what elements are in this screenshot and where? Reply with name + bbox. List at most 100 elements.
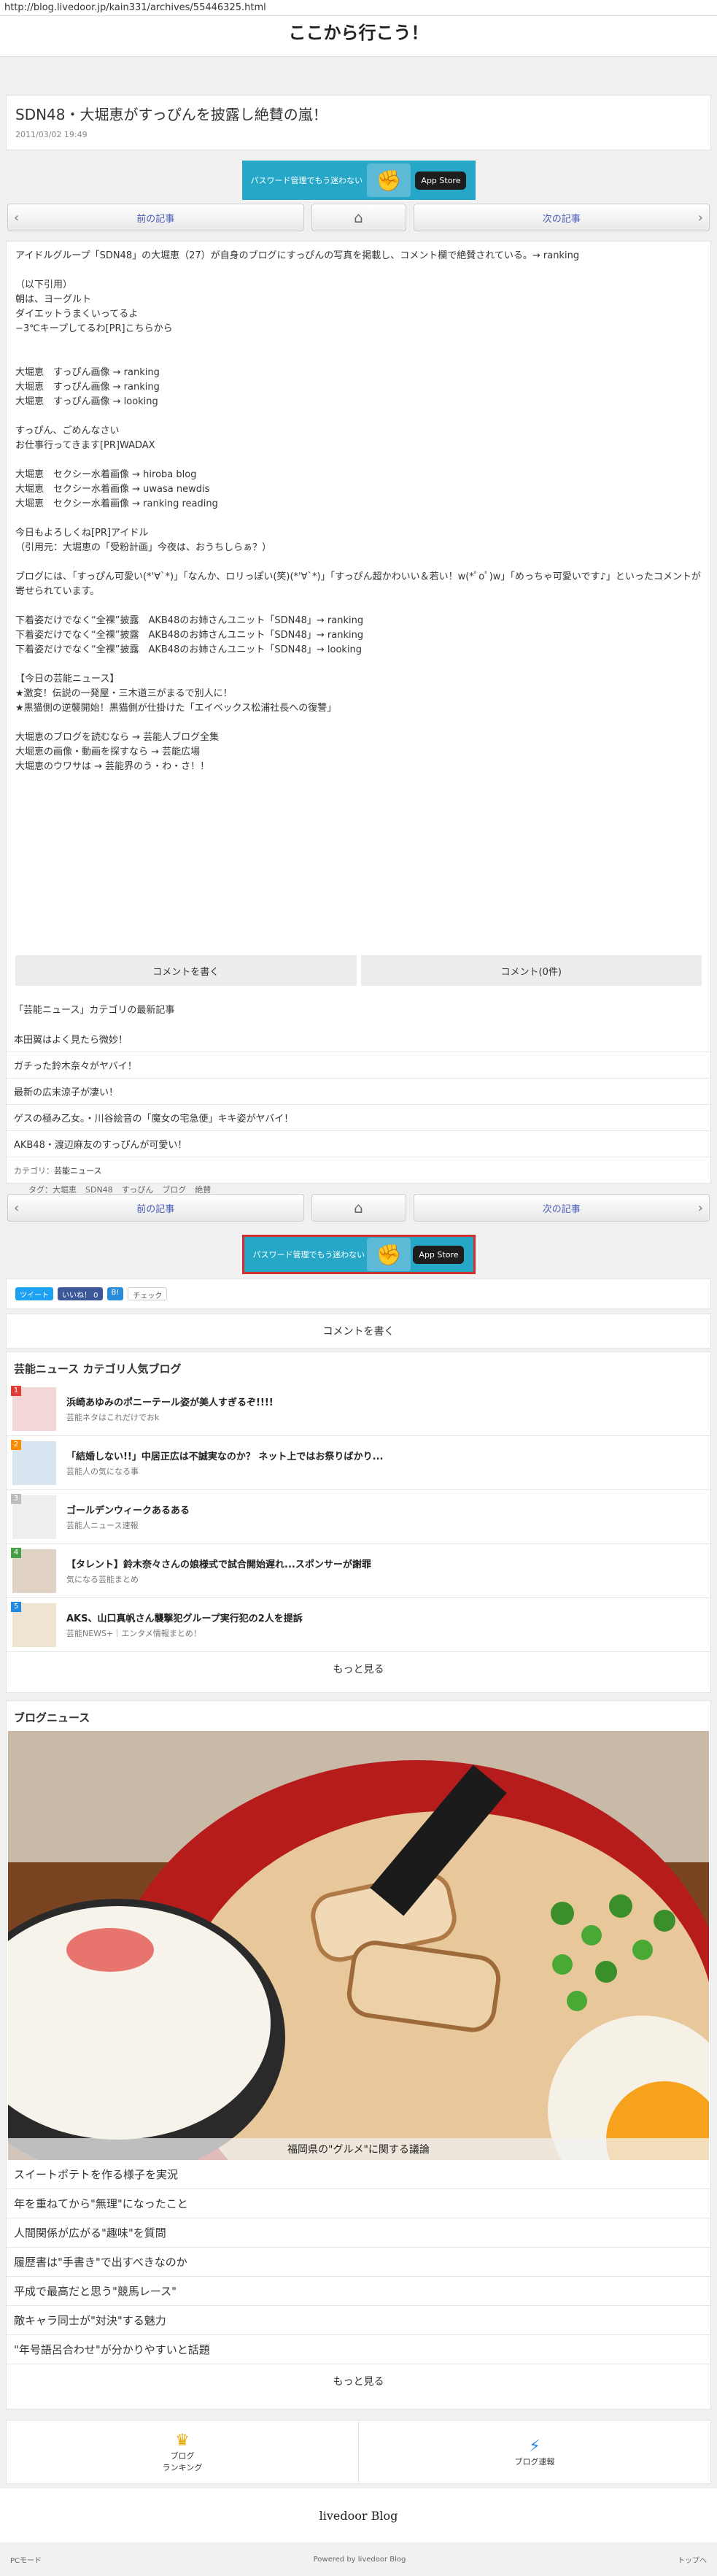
next-post-button-bottom[interactable]: 次の記事 › [413, 1194, 710, 1222]
powered-by: Powered by livedoor Blog [313, 2555, 406, 2564]
article-gap [15, 716, 702, 730]
blognews-title: ブログニュース [14, 1711, 90, 1724]
popular-blog-row[interactable]: 4 【タレント】鈴木奈々さんの娘様式で試合開始遅れ...スポンサーが謝罪 気になる芸… [7, 1544, 710, 1598]
footer-links: ♛ ブログ ランキング ⚡ ブログ速報 [6, 2420, 711, 2484]
like-button[interactable]: いいね！ 0 [58, 1287, 103, 1300]
article-gap [15, 555, 702, 570]
popular-more-button[interactable]: もっと見る [7, 1652, 710, 1686]
chevron-right-icon: › [697, 1200, 703, 1216]
recent-post-item[interactable]: ゲスの極み乙女。・川谷絵音の「魔女の宅急便」キキ姿がヤバイ！ [7, 1105, 710, 1131]
popular-blog-name: 芸能ネタはこれだけでおk [66, 1413, 160, 1422]
news-item[interactable]: 履歴書は"手書き"で出すべきなのか [7, 2248, 710, 2277]
social-bar: ツイート いいね！ 0 B! チェック [6, 1279, 711, 1309]
popular-title: 芸能ニュース カテゴリ人気ブログ [14, 1362, 182, 1376]
ad-banner-top[interactable]: パスワード管理でもう迷わない ✊ App Store [0, 161, 717, 200]
popular-blog-text: 【タレント】鈴木奈々さんの娘様式で試合開始遅れ...スポンサーが謝罪 気になる芸能… [66, 1557, 371, 1585]
popular-blog-name: 芸能NEWS+｜エンタメ情報まとめ！ [66, 1629, 201, 1638]
recent-post-item[interactable]: 本田翼はよく見たら微妙！ [7, 1026, 710, 1052]
article-line: 下着姿だけでなく“全裸”披露 AKB48のお姉さんユニット「SDN48」→ ra… [15, 630, 364, 641]
article-text: アイドルグループ「SDN48」の大堀恵（27）が自身のブログにすっぴんの写真を掲… [15, 249, 702, 774]
write-comment-button[interactable]: コメントを書く [15, 955, 357, 986]
news-item[interactable]: "年号語呂合わせ"が分かりやすいと話題 [7, 2335, 710, 2364]
prev-post-button[interactable]: ‹ 前の記事 [7, 204, 304, 231]
chevron-left-icon: ‹ [14, 209, 20, 225]
blog-title[interactable]: ここから行こう！ [0, 16, 717, 57]
popular-blog-title: 「結婚しない!!」中居正広は不誠実なのか？ ネット上ではお祭りばかり... [66, 1451, 384, 1462]
article-gap [15, 409, 702, 424]
recent-post-item[interactable]: AKB48・渡辺麻友のすっぴんが可愛い！ [7, 1131, 710, 1157]
article-gap [15, 658, 702, 672]
article-line: ダイエットうまくいってるよ [15, 309, 139, 320]
article-line: （引用元：大堀恵の「受粉計画」今夜は、おうちしらぁ？） [15, 542, 272, 553]
article-line: 下着姿だけでなく“全裸”披露 AKB48のお姉さんユニット「SDN48」→ lo… [15, 644, 363, 655]
comment-buttons: コメントを書く コメント(0件) [15, 955, 702, 986]
article-gap [15, 336, 702, 351]
popular-blog-title: ゴールデンウィークあるある [66, 1505, 190, 1516]
article-line: ★激変！伝説の一発屋・三木道三がまるで別人に！ [15, 688, 233, 699]
crown-icon: ♛ [175, 2431, 190, 2450]
rank-badge: 4 [11, 1547, 21, 1558]
category-link[interactable]: 芸能ニュース [54, 1166, 101, 1176]
home-button[interactable]: ⌂ [311, 204, 406, 231]
home-icon: ⌂ [354, 1199, 363, 1216]
article-line: 大堀恵の画像・動画を探すなら → 芸能広場 [15, 747, 201, 757]
recent-post-item[interactable]: 最新の広末涼子が凄い！ [7, 1079, 710, 1105]
lightning-icon: ⚡ [529, 2437, 540, 2456]
write-comment-button-2[interactable]: コメントを書く [6, 1314, 711, 1349]
next-post-button[interactable]: 次の記事 › [413, 204, 710, 231]
pc-mode-link[interactable]: PCモード [10, 2554, 42, 2565]
article-line: ★黒猫側の逆襲開始！黒猫側が仕掛けた「エイベックス松浦社長への復讐」 [15, 703, 337, 714]
article-line: お仕事行ってきます[PR]WADAX [15, 440, 155, 451]
news-photo[interactable]: 福岡県の"グルメ"に関する議論 [8, 1731, 709, 2160]
article-gap [15, 453, 702, 468]
hatena-bookmark-button[interactable]: B! [106, 1287, 124, 1300]
news-item[interactable]: 敵キャラ同士が"対決"する魅力 [7, 2306, 710, 2335]
blog-thumbnail: 3 [11, 1493, 56, 1539]
home-button-bottom[interactable]: ⌂ [311, 1194, 406, 1222]
back-to-top-link[interactable]: トップへ [678, 2554, 707, 2565]
article-line: ブログには、「すっぴん可愛い(*'∀`*)」「なんか、ロリっぽい(笑)(*'∀`… [15, 571, 701, 597]
article-line: 大堀恵のウワサは → 芸能界のう・わ・さ！！ [15, 761, 210, 772]
popular-blog-text: 浜崎あゆみのポニーテール姿が美人すぎるぞ!!!! 芸能ネタはこれだけでおk [66, 1395, 274, 1423]
post-nav-bottom: ‹ 前の記事 ⌂ 次の記事 › [0, 1194, 717, 1222]
news-item[interactable]: 人間関係が広がる"趣味"を質問 [7, 2218, 710, 2248]
category-line: カテゴリ：芸能ニュース [14, 1166, 102, 1176]
popular-blog-title: 【タレント】鈴木奈々さんの娘様式で試合開始遅れ...スポンサーが謝罪 [66, 1559, 371, 1570]
popular-blog-row[interactable]: 5 AKS、山口真帆さん襲撃犯グループ実行犯の2人を提訴 芸能NEWS+｜エンタメ情… [7, 1598, 710, 1652]
recent-post-item[interactable]: ガチった鈴木奈々がヤバイ！ [7, 1052, 710, 1079]
news-more-button[interactable]: もっと見る [7, 2364, 710, 2398]
ad-banner-bottom[interactable]: パスワード管理でもう迷わない ✊ App Store [0, 1235, 717, 1274]
article-line: 大堀恵 セクシー水着画像 → uwasa newdis [15, 484, 210, 495]
ramen-photo [8, 1731, 709, 2160]
news-item[interactable]: 平成で最高だと思う"競馬レース" [7, 2277, 710, 2306]
post-date: 2011/03/02 19:49 [15, 130, 88, 139]
article-line: −3℃キープしてるわ[PR]こちらから [15, 323, 173, 334]
ranking-link[interactable]: ♛ ブログ ランキング [7, 2421, 359, 2483]
popular-blog-row[interactable]: 1 浜崎あゆみのポニーテール姿が美人すぎるぞ!!!! 芸能ネタはこれだけでおk [7, 1382, 710, 1436]
blog-thumbnail: 1 [11, 1385, 56, 1431]
news-item[interactable]: スイートポテトを作る様子を実況 [7, 2160, 710, 2189]
livedoor-logo[interactable]: livedoor Blog [0, 2488, 717, 2542]
prev-post-button-bottom[interactable]: ‹ 前の記事 [7, 1194, 304, 1222]
mixi-check-button[interactable]: チェック [128, 1287, 168, 1300]
blog-alert-link[interactable]: ⚡ ブログ速報 [359, 2421, 710, 2483]
popular-blog-row[interactable]: 2 「結婚しない!!」中居正広は不誠実なのか？ ネット上ではお祭りばかり... 芸能… [7, 1436, 710, 1490]
chevron-right-icon: › [697, 209, 703, 225]
tweet-button[interactable]: ツイート [15, 1287, 53, 1300]
article-gap [15, 512, 702, 526]
comment-count-button[interactable]: コメント(0件) [360, 955, 702, 986]
article-line: アイドルグループ「SDN48」の大堀恵（27）が自身のブログにすっぴんの写真を掲… [15, 250, 580, 261]
fist-icon: ✊ [367, 163, 411, 197]
blog-thumbnail: 4 [11, 1547, 56, 1593]
home-icon: ⌂ [354, 209, 363, 226]
popular-blog-row[interactable]: 3 ゴールデンウィークあるある 芸能人ニュース速報 [7, 1490, 710, 1544]
recent-heading: 「芸能ニュース」カテゴリの最新記事 [14, 1005, 175, 1016]
article-line: 大堀恵 セクシー水着画像 → hiroba blog [15, 469, 197, 480]
post-nav-top: ‹ 前の記事 ⌂ 次の記事 › [0, 204, 717, 231]
popular-blog-title: AKS、山口真帆さん襲撃犯グループ実行犯の2人を提訴 [66, 1613, 303, 1624]
news-item[interactable]: 年を重ねてから"無理"になったこと [7, 2189, 710, 2218]
popular-blog-text: AKS、山口真帆さん襲撃犯グループ実行犯の2人を提訴 芸能NEWS+｜エンタメ情報… [66, 1611, 303, 1639]
footer-bar: PCモード Powered by livedoor Blog トップへ [0, 2542, 717, 2576]
photo-caption: 福岡県の"グルメ"に関する議論 [8, 2138, 709, 2160]
article-line: 大堀恵 セクシー水着画像 → ranking reading [15, 498, 218, 509]
